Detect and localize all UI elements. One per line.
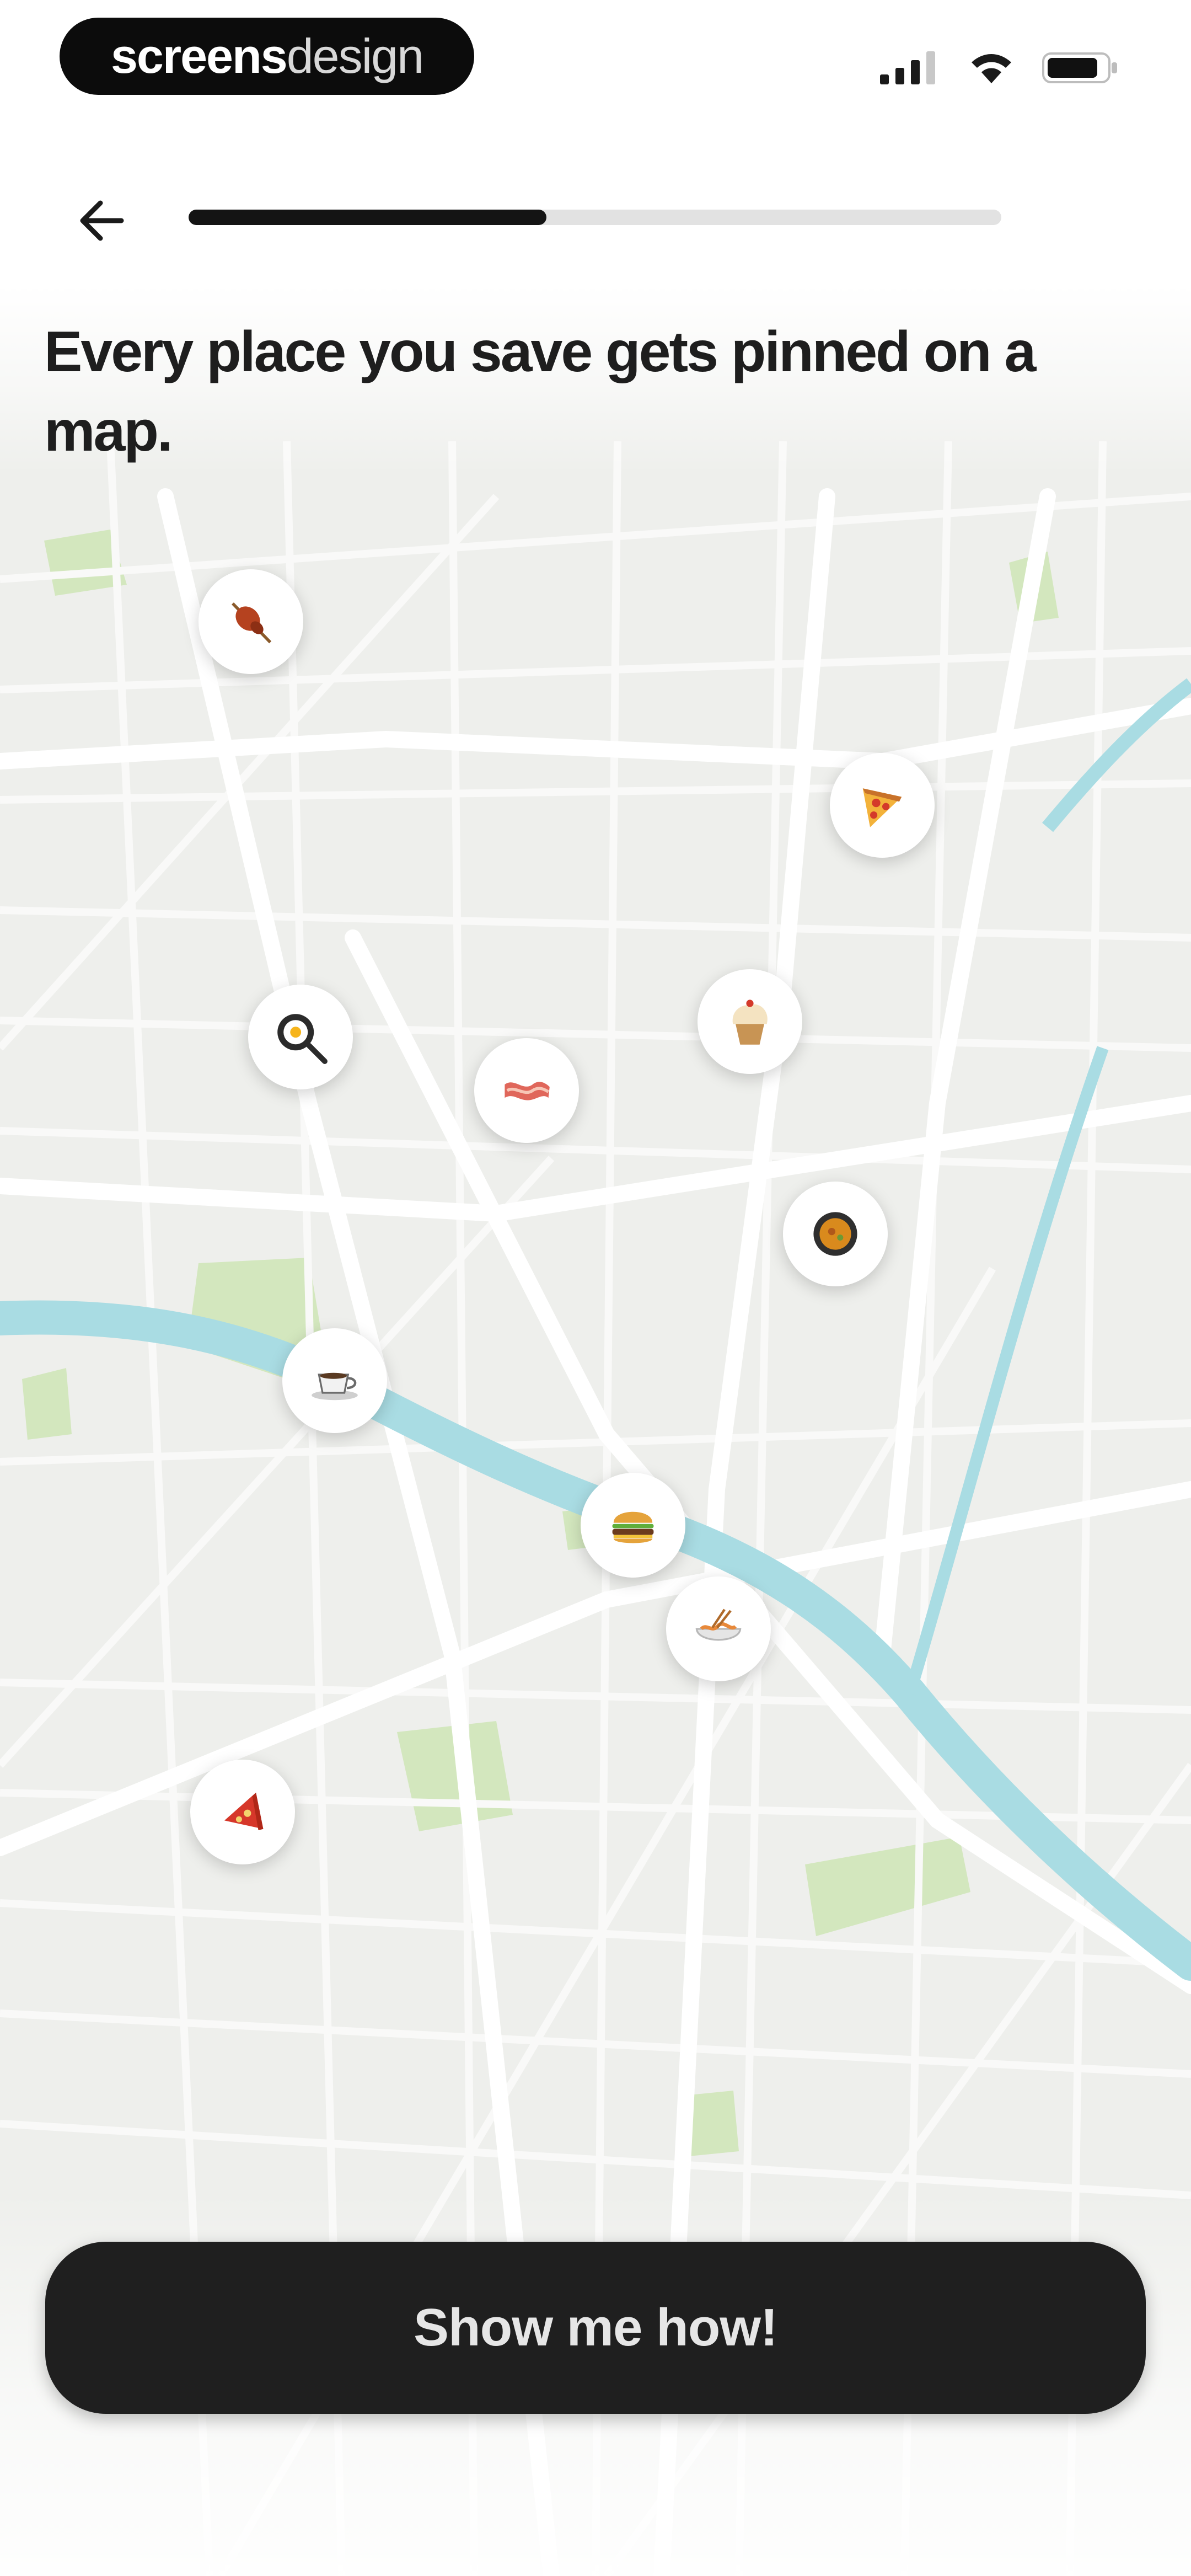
arrow-left-icon	[80, 200, 124, 241]
coffee-cup-icon	[312, 1372, 358, 1401]
progress-fill	[189, 210, 546, 225]
brand-light-text: design	[286, 29, 424, 83]
map-pin-cupcake[interactable]	[698, 969, 802, 1074]
noodle-bowl-icon	[695, 1608, 742, 1641]
bacon-icon	[505, 1082, 550, 1100]
brand-logo: screens design	[60, 18, 474, 95]
brand-bold-text: screens	[110, 29, 288, 83]
map-pin-pizza-south[interactable]	[190, 1760, 295, 1864]
map-pin-curry[interactable]	[783, 1182, 888, 1286]
map-pin-noodles[interactable]	[666, 1576, 771, 1681]
meat-skewer-icon	[232, 602, 272, 644]
map-pin-frying-pan[interactable]	[248, 985, 353, 1089]
map-pin-bacon[interactable]	[474, 1038, 579, 1143]
status-icons	[880, 50, 1119, 88]
curry-bowl-icon	[813, 1212, 857, 1256]
status-bar: screens design	[0, 0, 1191, 121]
onboarding-progress-bar	[189, 210, 1001, 225]
show-me-how-button[interactable]: Show me how!	[45, 2242, 1146, 2414]
map-pin-meat-skewer[interactable]	[198, 569, 303, 674]
map-pin-burger[interactable]	[581, 1473, 685, 1578]
battery-icon	[1042, 51, 1119, 87]
show-me-how-label: Show me how!	[414, 2298, 778, 2357]
back-button[interactable]	[66, 188, 138, 254]
pizza-slice-icon	[224, 1792, 264, 1830]
cupcake-icon	[732, 1000, 768, 1045]
app-screen: screens design Every place you save gets…	[0, 0, 1191, 2576]
cellular-signal-icon	[880, 51, 941, 87]
frying-pan-egg-icon	[277, 1014, 328, 1064]
pizza-slice-icon	[862, 788, 902, 827]
map-pin-coffee[interactable]	[282, 1328, 387, 1433]
burger-icon	[612, 1511, 654, 1543]
wifi-icon	[969, 51, 1013, 87]
page-title: Every place you save gets pinned on a ma…	[44, 320, 1036, 463]
map-pin-pizza[interactable]	[830, 753, 935, 858]
